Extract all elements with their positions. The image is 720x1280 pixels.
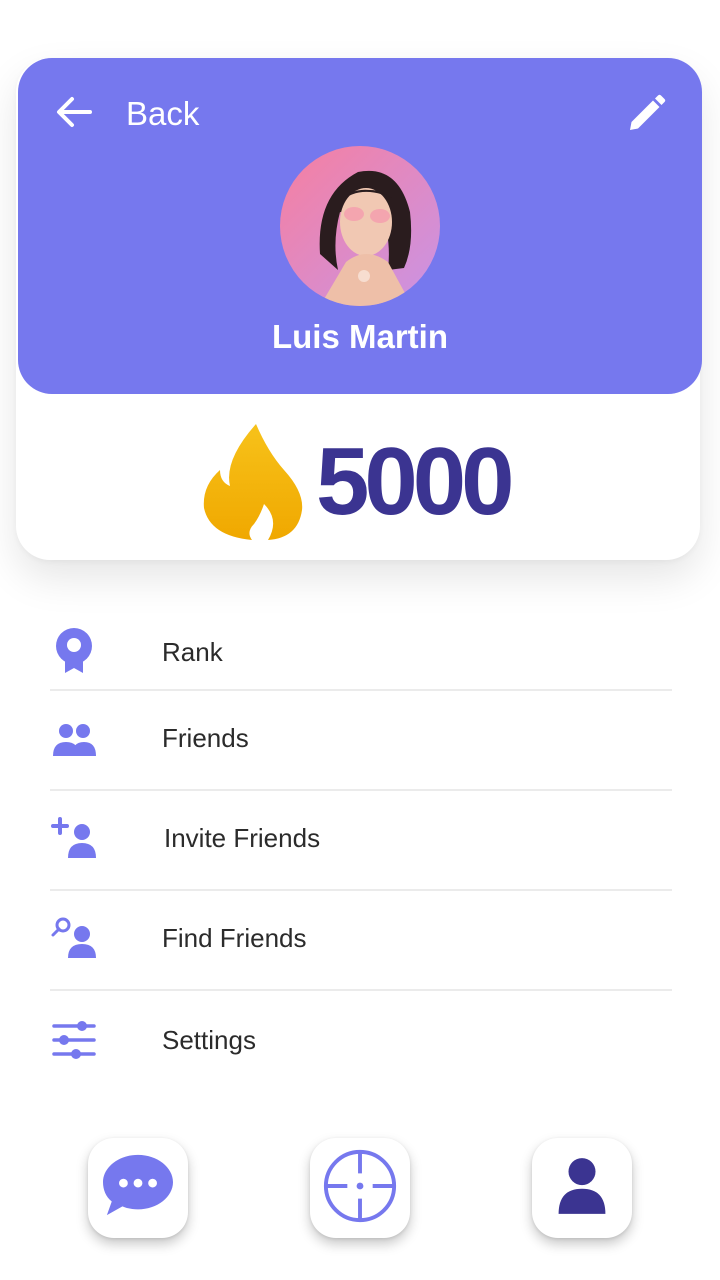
menu-item-label: Rank bbox=[162, 636, 223, 667]
sliders-icon bbox=[50, 1014, 98, 1066]
crosshair-icon bbox=[321, 1147, 399, 1230]
divider bbox=[50, 789, 672, 791]
points-value: 5000 bbox=[316, 428, 515, 535]
chat-bubble-icon bbox=[99, 1151, 177, 1226]
points-display: 5000 bbox=[198, 420, 515, 544]
user-name: Luis Martin bbox=[271, 318, 448, 355]
menu-item-invite-friends[interactable]: Invite Friends bbox=[50, 812, 672, 864]
back-button[interactable]: Back bbox=[54, 92, 199, 136]
award-icon bbox=[50, 626, 98, 678]
divider bbox=[50, 989, 672, 991]
user-icon bbox=[555, 1155, 609, 1222]
back-label: Back bbox=[126, 95, 200, 132]
menu-item-find-friends[interactable]: Find Friends bbox=[50, 912, 672, 964]
people-icon bbox=[50, 712, 98, 764]
search-person-icon bbox=[50, 912, 98, 964]
divider bbox=[50, 689, 672, 691]
nav-target-button[interactable] bbox=[310, 1138, 410, 1238]
add-person-icon bbox=[50, 812, 98, 864]
avatar[interactable] bbox=[280, 146, 440, 306]
menu-item-label: Friends bbox=[162, 722, 249, 753]
menu-item-label: Invite Friends bbox=[164, 822, 321, 853]
flame-icon bbox=[198, 420, 308, 544]
divider bbox=[50, 889, 672, 891]
pencil-icon bbox=[624, 94, 668, 140]
menu-item-friends[interactable]: Friends bbox=[50, 712, 672, 764]
nav-chat-button[interactable] bbox=[88, 1138, 188, 1238]
menu-item-label: Settings bbox=[162, 1024, 256, 1055]
nav-profile-button[interactable] bbox=[532, 1138, 632, 1238]
edit-button[interactable] bbox=[624, 92, 668, 136]
menu-item-label: Find Friends bbox=[162, 922, 307, 953]
menu-item-rank[interactable]: Rank bbox=[50, 626, 672, 678]
menu-item-settings[interactable]: Settings bbox=[50, 1014, 672, 1066]
arrow-left-icon bbox=[54, 92, 94, 137]
